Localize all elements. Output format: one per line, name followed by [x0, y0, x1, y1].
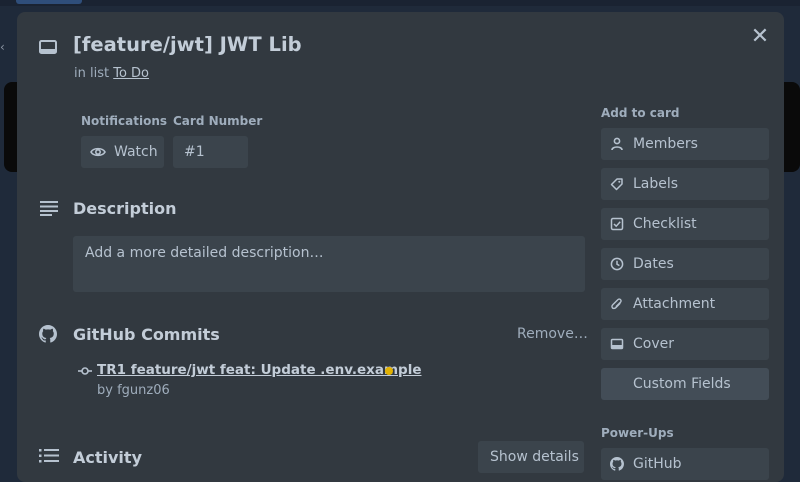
- activity-title: Activity: [73, 448, 142, 467]
- list-link[interactable]: To Do: [113, 66, 149, 81]
- card-title[interactable]: [feature/jwt] JWT Lib: [73, 33, 302, 56]
- board-header: [0, 0, 800, 6]
- card-number-value: #1: [173, 136, 248, 168]
- cover-button[interactable]: Cover: [601, 328, 769, 360]
- github-icon: [610, 457, 624, 471]
- attachment-button[interactable]: Attachment: [601, 288, 769, 320]
- in-list-prefix: in list: [74, 66, 110, 81]
- remove-button[interactable]: Remove…: [517, 326, 588, 342]
- activity-icon: [39, 449, 59, 463]
- dates-button[interactable]: Dates: [601, 248, 769, 280]
- members-button[interactable]: Members: [601, 128, 769, 160]
- checklist-button[interactable]: Checklist: [601, 208, 769, 240]
- add-to-card-label: Add to card: [601, 106, 680, 120]
- labels-button[interactable]: Labels: [601, 168, 769, 200]
- eye-icon: [90, 147, 106, 157]
- paperclip-icon: [610, 297, 624, 311]
- custom-fields-label: Custom Fields: [633, 376, 731, 392]
- description-input[interactable]: Add a more detailed description…: [73, 236, 585, 292]
- attachment-label: Attachment: [633, 296, 716, 312]
- person-icon: [610, 137, 624, 151]
- github-icon: [39, 325, 57, 343]
- in-list-text: in list To Do: [74, 66, 149, 81]
- cover-label: Cover: [633, 336, 674, 352]
- power-ups-label: Power-Ups: [601, 426, 674, 440]
- commit-icon: [78, 367, 92, 375]
- checklist-label: Checklist: [633, 216, 697, 232]
- card-number-label: Card Number: [173, 114, 263, 128]
- notifications-label: Notifications: [81, 114, 168, 128]
- description-icon: [40, 201, 58, 216]
- members-label: Members: [633, 136, 698, 152]
- github-powerup-button[interactable]: GitHub: [601, 448, 769, 480]
- show-details-button[interactable]: Show details: [478, 441, 584, 473]
- github-powerup-label: GitHub: [633, 456, 682, 472]
- checkbox-icon: [610, 217, 624, 231]
- labels-label: Labels: [633, 176, 679, 192]
- commit-author: by fgunz06: [97, 383, 170, 398]
- chevron-left-icon: ‹: [0, 40, 5, 54]
- cover-icon: [610, 337, 624, 351]
- watch-button[interactable]: Watch: [81, 136, 164, 168]
- commit-link[interactable]: TR1 feature/jwt feat: Update .env.exampl…: [97, 362, 422, 378]
- tag-icon: [610, 177, 624, 191]
- commit-status-badge: [385, 367, 393, 375]
- card-icon: [39, 40, 57, 54]
- watch-label: Watch: [114, 144, 158, 160]
- dates-label: Dates: [633, 256, 674, 272]
- custom-fields-button[interactable]: Custom Fields: [601, 368, 769, 400]
- board-header-button[interactable]: [16, 0, 82, 4]
- github-commits-title: GitHub Commits: [73, 325, 220, 344]
- description-title: Description: [73, 199, 177, 218]
- close-icon[interactable]: ✕: [749, 26, 771, 48]
- clock-icon: [610, 257, 624, 271]
